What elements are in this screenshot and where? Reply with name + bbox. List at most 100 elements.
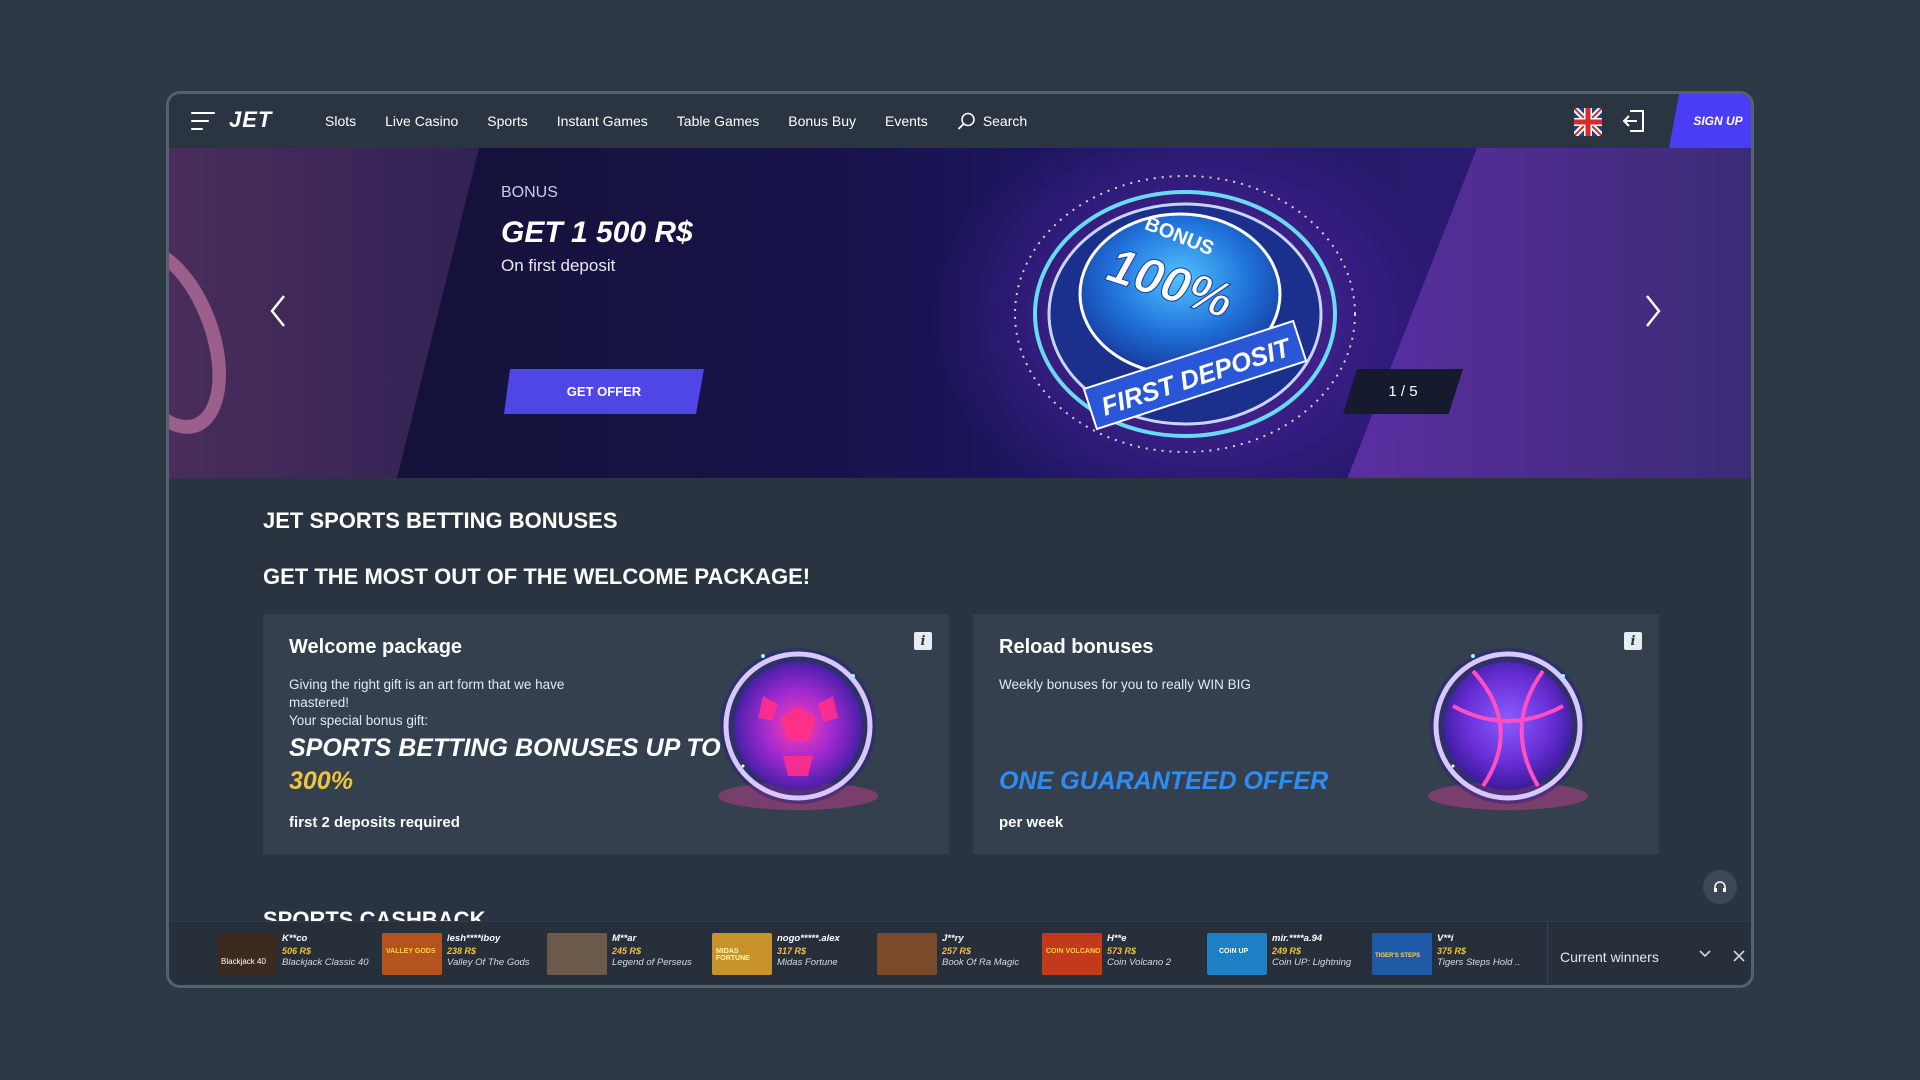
nav-table-games[interactable]: Table Games bbox=[677, 113, 759, 129]
banner-eyebrow: BONUS bbox=[501, 184, 558, 201]
winner-amount: 257 R$ bbox=[942, 946, 972, 956]
winner-item[interactable]: M**ar 245 R$ Legend of Perseus bbox=[547, 933, 692, 977]
card-title: Reload bonuses bbox=[999, 636, 1154, 658]
winner-name: mir.****a.94 bbox=[1272, 933, 1323, 944]
winner-name: H**e bbox=[1107, 933, 1127, 944]
winner-name: nogo*****.alex bbox=[777, 933, 840, 944]
support-button[interactable] bbox=[1703, 870, 1737, 904]
game-thumbnail: COIN VOLCANO bbox=[1042, 933, 1102, 975]
card-footnote: per week bbox=[999, 814, 1064, 831]
nav-live-casino[interactable]: Live Casino bbox=[385, 113, 458, 129]
winner-game: Tigers Steps Hold .. bbox=[1437, 957, 1521, 968]
carousel-next-arrow-icon[interactable] bbox=[1642, 293, 1664, 329]
winner-item[interactable]: COIN VOLCANO H**e 573 R$ Coin Volcano 2 bbox=[1042, 933, 1171, 977]
card-text: Your special bonus gift: bbox=[289, 713, 429, 728]
thumbnail-label: COIN UP bbox=[1219, 948, 1249, 955]
search-label: Search bbox=[982, 113, 1028, 129]
close-icon[interactable] bbox=[1729, 946, 1749, 966]
game-thumbnail: MIDAS FORTUNE bbox=[712, 933, 772, 975]
section-title-cashback: SPORTS CASHBACK bbox=[263, 907, 486, 921]
winner-game: Blackjack Classic 40 bbox=[282, 957, 369, 968]
winner-amount: 375 R$ bbox=[1437, 946, 1467, 956]
winners-bar: Blackjack 40 K**co 506 R$ Blackjack Clas… bbox=[169, 921, 1751, 985]
section-title-bonuses: JET SPORTS BETTING BONUSES bbox=[263, 508, 618, 533]
info-icon[interactable]: i bbox=[1624, 632, 1642, 650]
banner-subtitle: On first deposit bbox=[501, 256, 616, 275]
winner-item[interactable]: COIN UP mir.****a.94 249 R$ Coin UP: Lig… bbox=[1207, 933, 1351, 977]
card-text: Giving the right gift is an art form tha… bbox=[289, 677, 565, 692]
game-thumbnail: Blackjack 40 bbox=[217, 933, 277, 975]
winner-game: Book Of Ra Magic bbox=[942, 957, 1020, 968]
winner-game: Coin UP: Lightning bbox=[1272, 957, 1352, 968]
winner-amount: 249 R$ bbox=[1272, 946, 1302, 956]
card-percent: 300% bbox=[289, 767, 353, 795]
game-thumbnail bbox=[877, 933, 937, 975]
card-text: mastered! bbox=[289, 695, 350, 710]
search-icon bbox=[957, 112, 975, 130]
winner-amount: 506 R$ bbox=[282, 946, 312, 956]
thumbnail-label: VALLEY GODS bbox=[386, 948, 436, 955]
winner-amount: 245 R$ bbox=[612, 946, 642, 956]
app-window: JET Slots Live Casino Sports Instant Gam… bbox=[166, 91, 1754, 988]
winner-game: Legend of Perseus bbox=[612, 957, 692, 968]
winner-amount: 238 R$ bbox=[447, 946, 477, 956]
nav-slots[interactable]: Slots bbox=[325, 113, 356, 129]
card-headline: SPORTS BETTING BONUSES UP TO bbox=[289, 734, 721, 762]
section-title-welcome: GET THE MOST OUT OF THE WELCOME PACKAGE! bbox=[263, 564, 811, 589]
thumbnail-label: COIN VOLCANO bbox=[1046, 948, 1101, 955]
winner-item[interactable]: Blackjack 40 K**co 506 R$ Blackjack Clas… bbox=[217, 933, 369, 977]
winner-amount: 317 R$ bbox=[777, 946, 807, 956]
headset-icon bbox=[1714, 881, 1726, 892]
game-thumbnail: COIN UP bbox=[1207, 933, 1267, 975]
nav-sports[interactable]: Sports bbox=[487, 113, 527, 129]
card-headline: ONE GUARANTEED OFFER bbox=[999, 767, 1329, 795]
thumbnail-label: Blackjack 40 bbox=[221, 957, 266, 966]
winner-item[interactable]: MIDAS FORTUNE nogo*****.alex 317 R$ Mida… bbox=[712, 933, 840, 977]
winner-game: Midas Fortune bbox=[777, 957, 838, 968]
carousel-prev-arrow-icon[interactable] bbox=[267, 293, 289, 329]
info-icon[interactable]: i bbox=[914, 632, 932, 650]
top-header: JET Slots Live Casino Sports Instant Gam… bbox=[169, 94, 1751, 148]
winner-game: Coin Volcano 2 bbox=[1107, 957, 1172, 968]
nav-instant-games[interactable]: Instant Games bbox=[557, 113, 648, 129]
winner-name: J**ry bbox=[942, 933, 964, 944]
welcome-package-card: Welcome package Giving the right gift is… bbox=[263, 614, 949, 854]
game-thumbnail: VALLEY GODS bbox=[382, 933, 442, 975]
banner-title: GET 1 500 R$ bbox=[501, 216, 693, 249]
uk-flag-icon[interactable] bbox=[1574, 108, 1602, 136]
winner-name: M**ar bbox=[612, 933, 637, 944]
bonus-coin-illustration: BONUS 100% FIRST DEPOSIT bbox=[1014, 175, 1356, 453]
winner-item[interactable]: TIGER'S STEPS V**i 375 R$ Tigers Steps H… bbox=[1372, 933, 1520, 977]
login-icon[interactable] bbox=[1621, 108, 1647, 134]
promo-banner: BONUS GET 1 500 R$ On first deposit GET … bbox=[169, 148, 1751, 478]
sign-up-button[interactable]: SIGN UP bbox=[1669, 94, 1751, 148]
chevron-down-icon bbox=[1699, 950, 1711, 958]
carousel-counter: 1 / 5 bbox=[1343, 369, 1463, 414]
hamburger-menu-icon[interactable] bbox=[191, 112, 215, 130]
game-thumbnail: TIGER'S STEPS bbox=[1372, 933, 1432, 975]
winner-name: V**i bbox=[1437, 933, 1454, 944]
banner-decoration bbox=[169, 225, 250, 451]
search-button[interactable]: Search bbox=[957, 112, 1027, 130]
football-icon bbox=[718, 648, 878, 810]
winner-amount: 573 R$ bbox=[1107, 946, 1137, 956]
basketball-icon bbox=[1428, 648, 1588, 810]
card-text: Weekly bonuses for you to really WIN BIG bbox=[999, 677, 1251, 692]
winner-item[interactable]: J**ry 257 R$ Book Of Ra Magic bbox=[877, 933, 1019, 977]
winners-filter-label: Current winners bbox=[1560, 949, 1659, 965]
winner-name: K**co bbox=[282, 933, 308, 944]
thumbnail-label: TIGER'S STEPS bbox=[1375, 953, 1421, 959]
logo[interactable]: JET bbox=[229, 107, 272, 133]
thumbnail-label: MIDAS FORTUNE bbox=[716, 948, 750, 962]
winners-filter-dropdown[interactable]: Current winners bbox=[1547, 922, 1731, 985]
winner-item[interactable]: VALLEY GODS lesh****iboy 238 R$ Valley O… bbox=[382, 933, 530, 977]
main-nav: Slots Live Casino Sports Instant Games T… bbox=[325, 94, 1027, 148]
card-title: Welcome package bbox=[289, 636, 463, 658]
winner-game: Valley Of The Gods bbox=[447, 957, 530, 968]
game-thumbnail bbox=[547, 933, 607, 975]
nav-bonus-buy[interactable]: Bonus Buy bbox=[788, 113, 856, 129]
get-offer-button[interactable]: GET OFFER bbox=[504, 369, 704, 414]
nav-events[interactable]: Events bbox=[885, 113, 928, 129]
card-footnote: first 2 deposits required bbox=[289, 814, 460, 831]
reload-bonuses-card: Reload bonuses Weekly bonuses for you to… bbox=[973, 614, 1659, 854]
